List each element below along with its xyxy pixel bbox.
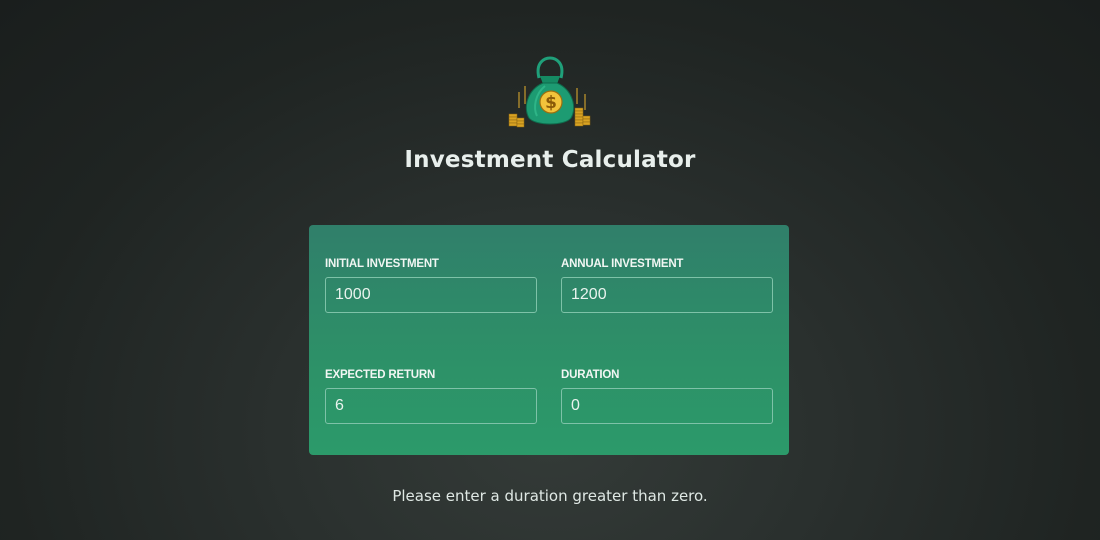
initial-investment-input[interactable] bbox=[325, 277, 537, 313]
svg-text:$: $ bbox=[545, 93, 557, 113]
page-title: Investment Calculator bbox=[404, 147, 696, 173]
validation-message: Please enter a duration greater than zer… bbox=[392, 487, 708, 505]
expected-return-label: Expected Return bbox=[325, 369, 436, 381]
annual-investment-input[interactable] bbox=[561, 277, 773, 313]
initial-investment-label: Initial Investment bbox=[325, 258, 439, 270]
duration-label: Duration bbox=[561, 369, 620, 381]
investment-form: Initial Investment Annual Investment Exp… bbox=[309, 225, 789, 455]
initial-investment-group: Initial Investment bbox=[325, 258, 537, 313]
expected-return-group: Expected Return bbox=[325, 369, 537, 424]
money-bag-icon: $ bbox=[508, 56, 591, 128]
expected-return-input[interactable] bbox=[325, 388, 537, 424]
annual-investment-group: Annual Investment bbox=[561, 258, 773, 313]
annual-investment-label: Annual Investment bbox=[561, 258, 684, 270]
duration-input[interactable] bbox=[561, 388, 773, 424]
duration-group: Duration bbox=[561, 369, 773, 424]
